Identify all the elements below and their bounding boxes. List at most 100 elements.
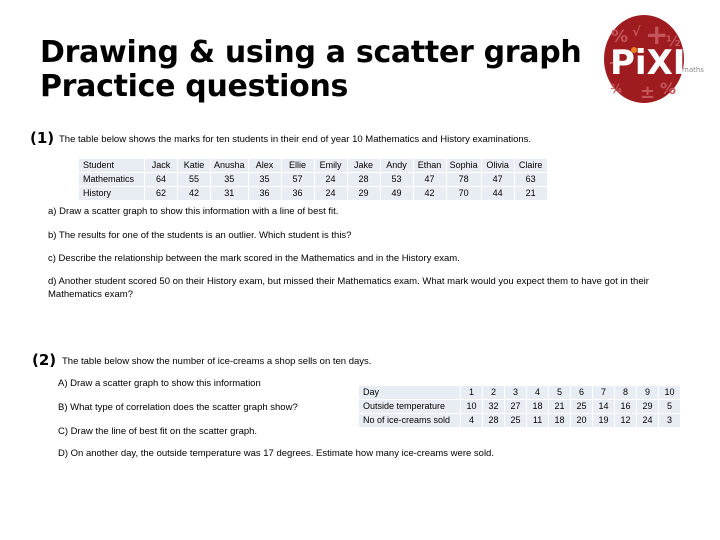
svg-text:√: √ [632,25,641,40]
table-row-label: Student [79,159,145,172]
table-column-header: Katie [178,159,211,172]
svg-text:±: ± [640,82,655,103]
table-cell: 24 [637,414,659,427]
question-1-part-b: b) The results for one of the students i… [48,230,352,241]
table-column-header: 3 [505,386,527,399]
table-row: Student Jack Katie Anusha Alex Ellie Emily Jake… [79,159,547,172]
table-column-header: Olivia [481,159,514,172]
table-cell: 47 [413,173,446,186]
table-cell: 28 [483,414,505,427]
table-column-header: Alex [248,159,281,172]
logo-wordmark: PiXL [610,43,694,83]
question-1-intro: The table below shows the marks for ten … [59,134,532,145]
pixl-maths-logo: % √ + ½ ÷ ¾ ± % PiXL maths [598,14,706,104]
table-cell: 25 [505,414,527,427]
table-cell: 21 [549,400,571,413]
table-cell: 55 [178,173,211,186]
svg-text:¾: ¾ [610,82,622,96]
table-row: Mathematics 64 55 35 35 57 24 28 53 47 78 47 63 [79,173,547,186]
table-cell: 24 [314,173,347,186]
table-cell: 19 [593,414,615,427]
question-1-table: Student Jack Katie Anusha Alex Ellie Emily Jake… [78,158,548,201]
question-2-part-b: B) What type of correlation does the sca… [58,402,298,413]
table-row-label: History [79,187,145,200]
table-cell: 4 [461,414,483,427]
question-2-part-d: D) On another day, the outside temperatu… [58,448,494,459]
table-row-label: Day [359,386,461,399]
table-column-header: 5 [549,386,571,399]
table-cell: 35 [211,173,248,186]
table-cell: 25 [571,400,593,413]
table-cell: 57 [281,173,314,186]
table-cell: 20 [571,414,593,427]
table-cell: 36 [281,187,314,200]
question-2-table: Day 1 2 3 4 5 6 7 8 9 10 Outside temperature 10 32 27 1… [358,385,682,428]
table-cell: 53 [380,173,413,186]
table-cell: 78 [446,173,481,186]
table-cell: 12 [615,414,637,427]
question-2-intro: The table below show the number of ice-c… [62,356,372,367]
table-column-header: Anusha [211,159,248,172]
table-cell: 10 [461,400,483,413]
question-2-number: (2) [32,351,57,369]
table-row-label: Outside temperature [359,400,461,413]
table-row-label: No of ice-creams sold [359,414,461,427]
table-cell: 36 [248,187,281,200]
table-row: Day 1 2 3 4 5 6 7 8 9 10 [359,386,681,399]
question-1-part-a: a) Draw a scatter graph to show this inf… [48,206,339,217]
table-cell: 5 [659,400,681,413]
page-title-line-2: Practice questions [40,69,349,104]
logo-subtext: maths [682,66,704,74]
table-row: Outside temperature 10 32 27 18 21 25 14 16 29 5 [359,400,681,413]
table-cell: 28 [347,173,380,186]
table-cell: 29 [637,400,659,413]
table-column-header: 7 [593,386,615,399]
table-cell: 63 [514,173,547,186]
page-title: Drawing & using a scatter graph Practice… [40,36,600,104]
table-cell: 31 [211,187,248,200]
table-cell: 42 [413,187,446,200]
table-column-header: Emily [314,159,347,172]
question-1-part-c: c) Describe the relationship between the… [48,253,460,264]
table-column-header: Jack [145,159,178,172]
table-column-header: Jake [347,159,380,172]
table-column-header: 2 [483,386,505,399]
table-cell: 62 [145,187,178,200]
table-cell: 35 [248,173,281,186]
table-column-header: 1 [461,386,483,399]
table-column-header: Andy [380,159,413,172]
table-cell: 44 [481,187,514,200]
table-cell: 24 [314,187,347,200]
table-cell: 32 [483,400,505,413]
table-cell: 18 [527,400,549,413]
question-1-part-d: d) Another student scored 50 on their Hi… [48,276,649,300]
table-row: No of ice-creams sold 4 28 25 11 18 20 19 12 24 3 [359,414,681,427]
question-1-number: (1) [30,129,55,147]
table-column-header: 4 [527,386,549,399]
table-cell: 21 [514,187,547,200]
table-column-header: Ethan [413,159,446,172]
table-column-header: 6 [571,386,593,399]
table-column-header: 9 [637,386,659,399]
table-cell: 14 [593,400,615,413]
table-column-header: 10 [659,386,681,399]
table-cell: 42 [178,187,211,200]
table-row: History 62 42 31 36 36 24 29 49 42 70 44 21 [79,187,547,200]
table-row-label: Mathematics [79,173,145,186]
table-column-header: 8 [615,386,637,399]
table-cell: 16 [615,400,637,413]
table-column-header: Sophia [446,159,481,172]
table-cell: 3 [659,414,681,427]
table-cell: 27 [505,400,527,413]
table-cell: 29 [347,187,380,200]
table-cell: 49 [380,187,413,200]
table-cell: 11 [527,414,549,427]
question-2-part-c: C) Draw the line of best fit on the scat… [58,426,258,437]
table-cell: 70 [446,187,481,200]
page-title-line-1: Drawing & using a scatter graph [40,35,582,70]
table-column-header: Ellie [281,159,314,172]
table-cell: 47 [481,173,514,186]
question-2-part-a: A) Draw a scatter graph to show this inf… [58,378,261,389]
table-cell: 64 [145,173,178,186]
table-cell: 18 [549,414,571,427]
